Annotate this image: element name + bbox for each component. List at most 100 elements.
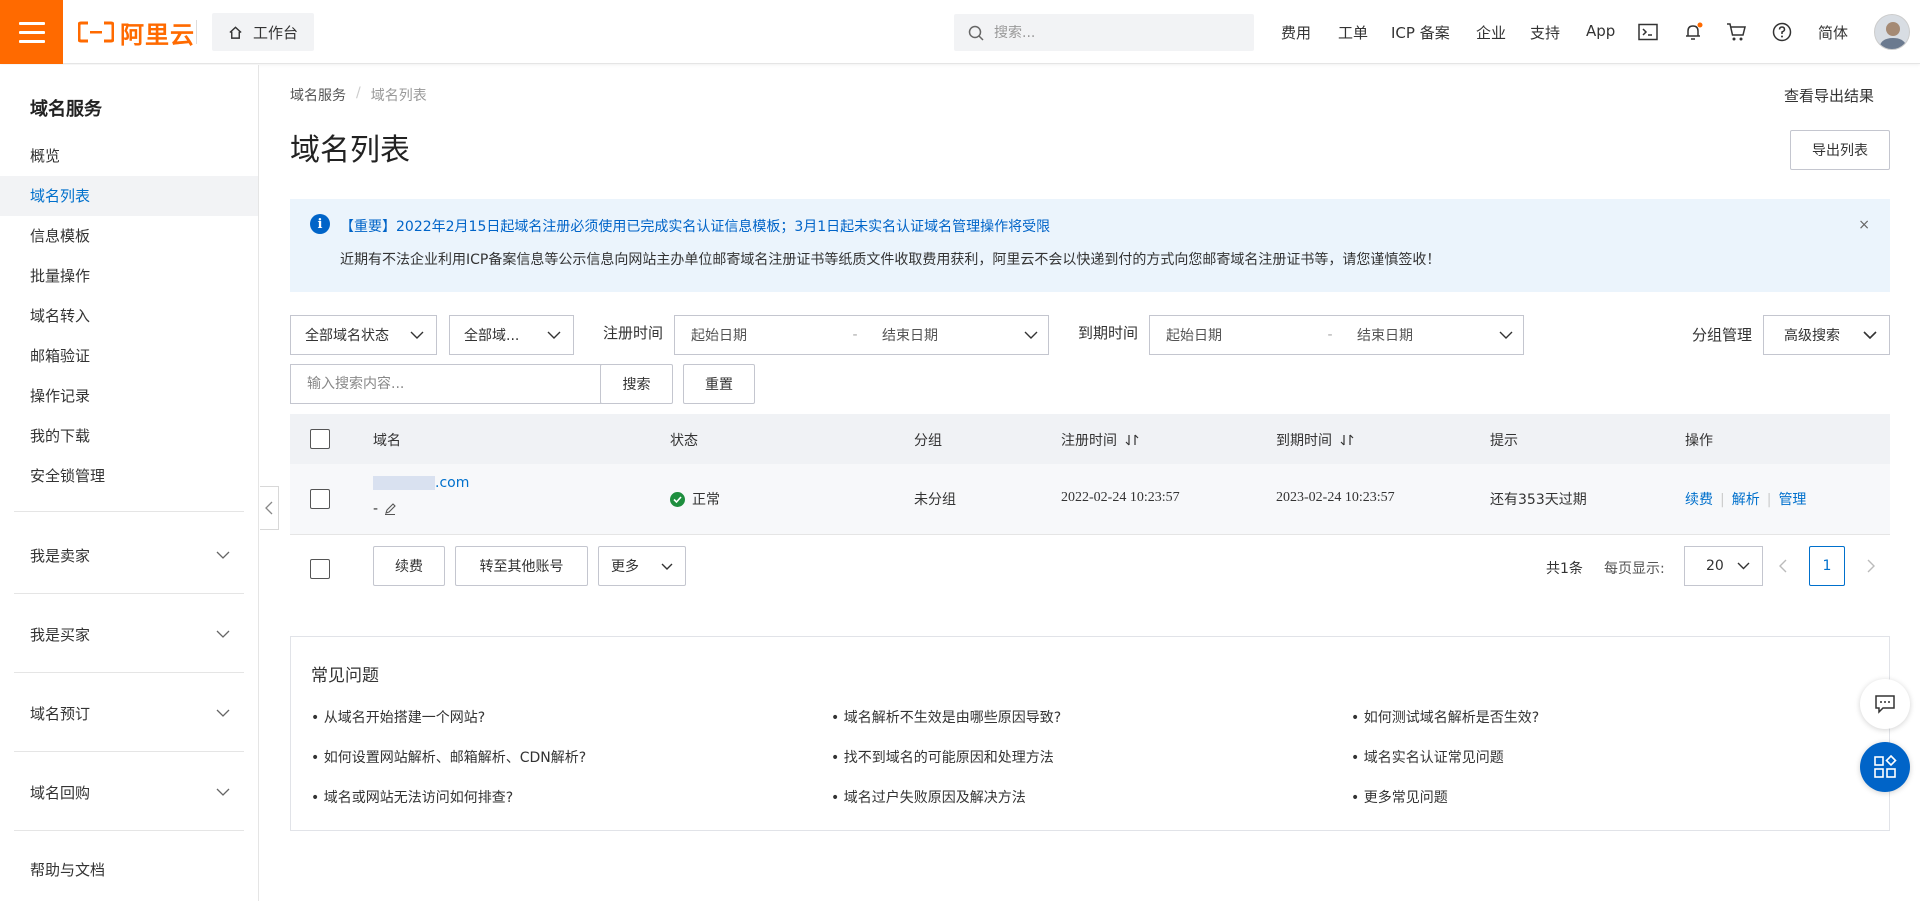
terminal-icon[interactable] <box>1637 21 1659 43</box>
sidebar-item-security-lock[interactable]: 安全锁管理 <box>0 456 258 496</box>
chat-float-button[interactable] <box>1860 679 1910 729</box>
chevron-down-icon <box>661 563 673 570</box>
next-page-icon[interactable] <box>1864 556 1878 576</box>
language-switch[interactable]: 简体 <box>1818 22 1848 43</box>
group-cell: 未分组 <box>914 492 956 508</box>
search-button[interactable]: 搜索 <box>600 364 673 404</box>
reg-date-range-picker[interactable]: 起始日期 - 结束日期 <box>674 315 1049 355</box>
sidebar-group-reservation[interactable]: 域名预订 <box>30 693 230 733</box>
table-header: 域名 状态 分组 注册时间 到期时间 提示 操作 <box>290 414 1890 464</box>
faq-link[interactable]: • 找不到域名的可能原因和处理方法 <box>831 747 1054 767</box>
faq-link[interactable]: • 更多常见问题 <box>1351 787 1448 807</box>
global-search-input[interactable] <box>994 24 1234 41</box>
sidebar-item-batch[interactable]: 批量操作 <box>0 256 258 296</box>
domain-search-input[interactable] <box>290 364 602 404</box>
domain-type-select[interactable]: 全部域... <box>449 315 574 355</box>
apps-float-button[interactable] <box>1860 742 1910 792</box>
select-all-checkbox[interactable] <box>310 429 330 449</box>
sidebar-item-templates[interactable]: 信息模板 <box>0 216 258 256</box>
renew-link[interactable]: 续费 <box>1685 492 1713 508</box>
nav-support[interactable]: 支持 <box>1530 22 1560 43</box>
sidebar-item-overview[interactable]: 概览 <box>0 136 258 176</box>
group-manage-link[interactable]: 分组管理 <box>1692 324 1752 345</box>
faq-link[interactable]: • 如何设置网站解析、邮箱解析、CDN解析? <box>311 747 586 767</box>
sidebar-item-transfer-in[interactable]: 域名转入 <box>0 296 258 336</box>
bulk-select-checkbox[interactable] <box>310 559 330 579</box>
col-reg-time[interactable]: 注册时间 <box>1061 430 1139 450</box>
col-domain: 域名 <box>373 433 401 449</box>
faq-link[interactable]: • 如何测试域名解析是否生效? <box>1351 707 1539 727</box>
close-icon[interactable]: × <box>1858 217 1870 233</box>
page-number-button[interactable]: 1 <box>1809 546 1845 586</box>
exp-time-label: 到期时间 <box>1078 324 1139 342</box>
bulk-more-button[interactable]: 更多 <box>598 546 686 586</box>
notice-important-text: 【重要】2022年2月15日起域名注册必须使用已完成实名认证信息模板；3月1日起… <box>340 219 1051 235</box>
sidebar-item-email-verify[interactable]: 邮箱验证 <box>0 336 258 376</box>
advanced-search-button[interactable]: 高级搜索 <box>1763 315 1890 355</box>
faq-link[interactable]: • 从域名开始搭建一个网站? <box>311 707 485 727</box>
cart-icon[interactable] <box>1726 21 1748 43</box>
faq-link[interactable]: • 域名解析不生效是由哪些原因导致? <box>831 707 1061 727</box>
status-badge: 正常 <box>670 489 720 509</box>
help-icon[interactable] <box>1771 21 1793 43</box>
domain-status-select[interactable]: 全部域名状态 <box>290 315 437 355</box>
chevron-down-icon <box>1499 331 1513 339</box>
reg-start-date[interactable]: 起始日期 <box>675 325 840 345</box>
sidebar-group-buyer[interactable]: 我是买家 <box>30 614 230 654</box>
masked-domain-name <box>373 476 435 490</box>
hamburger-menu-button[interactable] <box>0 0 63 64</box>
user-avatar[interactable] <box>1874 14 1910 50</box>
sidebar-item-operation-log[interactable]: 操作记录 <box>0 376 258 416</box>
export-list-button[interactable]: 导出列表 <box>1790 130 1890 170</box>
breadcrumb: 域名服务 / 域名列表 <box>290 85 427 105</box>
nav-fees[interactable]: 费用 <box>1281 22 1311 43</box>
exp-start-date[interactable]: 起始日期 <box>1150 325 1315 345</box>
more-label: 更多 <box>611 559 639 575</box>
bell-icon[interactable] <box>1682 21 1704 43</box>
chevron-down-icon <box>1863 331 1877 339</box>
dns-resolve-link[interactable]: 解析 <box>1732 492 1760 508</box>
exp-date-range-picker[interactable]: 起始日期 - 结束日期 <box>1149 315 1524 355</box>
exp-end-date[interactable]: 结束日期 <box>1345 325 1489 345</box>
reset-button[interactable]: 重置 <box>683 364 755 404</box>
bulk-renew-button[interactable]: 续费 <box>373 546 445 586</box>
check-circle-icon <box>670 491 685 507</box>
sidebar-group-label: 我是卖家 <box>30 546 91 565</box>
divider <box>196 20 197 44</box>
col-exp-time[interactable]: 到期时间 <box>1276 430 1354 450</box>
nav-tickets[interactable]: 工单 <box>1338 22 1368 43</box>
bulk-transfer-button[interactable]: 转至其他账号 <box>455 546 588 586</box>
sort-icon <box>1125 434 1139 446</box>
nav-app[interactable]: App <box>1586 22 1615 40</box>
notice-banner: i 【重要】2022年2月15日起域名注册必须使用已完成实名认证信息模板；3月1… <box>290 199 1890 292</box>
nav-icp[interactable]: ICP 备案 <box>1391 22 1450 43</box>
sidebar-title: 域名服务 <box>30 99 102 120</box>
reg-end-date[interactable]: 结束日期 <box>870 325 1014 345</box>
sidebar-item-downloads[interactable]: 我的下载 <box>0 416 258 456</box>
sidebar-divider <box>14 511 244 512</box>
prev-page-icon[interactable] <box>1776 556 1790 576</box>
faq-link[interactable]: • 域名实名认证常见问题 <box>1351 747 1504 767</box>
sidebar-item-domain-list[interactable]: 域名列表 <box>0 176 258 216</box>
view-export-results-link[interactable]: 查看导出结果 <box>1784 85 1874 106</box>
main-content: 域名服务 / 域名列表 查看导出结果 域名列表 导出列表 i 【重要】2022年… <box>260 65 1920 901</box>
per-page-select[interactable]: 20 <box>1684 546 1763 586</box>
aliyun-logo[interactable]: 阿里云 <box>78 16 195 49</box>
nav-enterprise[interactable]: 企业 <box>1476 22 1506 43</box>
sidebar-group-buyback[interactable]: 域名回购 <box>30 772 230 812</box>
domain-link[interactable]: .com <box>373 475 469 491</box>
edit-icon[interactable] <box>384 503 396 515</box>
sidebar-item-help-docs[interactable]: 帮助与文档 <box>0 850 258 890</box>
faq-link[interactable]: • 域名或网站无法访问如何排查? <box>311 787 513 807</box>
sidebar-group-label: 域名预订 <box>30 704 91 723</box>
manage-link[interactable]: 管理 <box>1778 492 1806 508</box>
workbench-button[interactable]: 工作台 <box>212 13 314 51</box>
sidebar-group-seller[interactable]: 我是卖家 <box>30 535 230 575</box>
global-search[interactable] <box>954 14 1254 51</box>
row-checkbox[interactable] <box>310 489 330 509</box>
logo-text: 阿里云 <box>120 20 195 49</box>
sort-icon <box>1340 434 1354 446</box>
breadcrumb-item[interactable]: 域名服务 <box>290 85 346 105</box>
faq-link[interactable]: • 域名过户失败原因及解决方法 <box>831 787 1026 807</box>
separator: | <box>1720 492 1725 508</box>
